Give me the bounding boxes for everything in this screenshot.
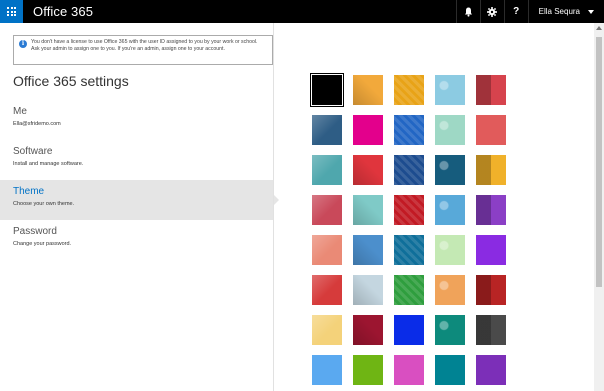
theme-swatch-light-green[interactable] [435,235,465,265]
info-icon: i [19,40,27,48]
theme-swatch-violet[interactable] [476,355,506,385]
theme-swatch-blue-triangles[interactable] [353,235,383,265]
chevron-down-icon [588,9,594,14]
theme-swatch-dark-teal[interactable] [435,355,465,385]
menu-item-sub: Choose your own theme. [13,201,75,207]
scrollbar[interactable] [594,23,604,391]
theme-swatch-blue-lines[interactable] [394,155,424,185]
theme-swatch-teal[interactable] [394,235,424,265]
theme-swatch-royal-blue[interactable] [394,315,424,345]
menu-item-label: Me [13,106,27,117]
user-menu[interactable]: Ella Sequra [527,0,604,23]
theme-swatch-stars[interactable] [353,75,383,105]
menu-item-sub: Install and manage software. [13,161,84,167]
menu-item-sub: Change your password. [13,241,72,247]
theme-swatch-sky-blue[interactable] [312,355,342,385]
menu-item-label: Software [13,146,53,157]
theme-swatch-pink-bokeh[interactable] [312,195,342,225]
settings-button[interactable] [479,0,504,23]
scroll-up-arrow-icon[interactable] [596,26,602,30]
notice-text: You don't have a license to use Office 3… [31,39,258,52]
waffle-icon [7,7,16,16]
theme-swatch-purple[interactable] [476,235,506,265]
theme-swatch-red-texture[interactable] [312,275,342,305]
panel-divider [273,23,274,391]
theme-swatch-crimson[interactable] [353,315,383,345]
theme-swatch-salmon[interactable] [312,235,342,265]
user-name: Ella Sequra [538,7,580,16]
theme-swatch-gray-black[interactable] [476,315,506,345]
top-bar: Office 365 ? Ella Sequra [0,0,604,23]
theme-swatch-cat[interactable] [312,315,342,345]
brand-title[interactable]: Office 365 [33,4,93,19]
app-launcher-button[interactable] [0,0,23,23]
menu-item-me[interactable]: Me Ella@sfridemo.com [0,100,273,140]
menu-item-label: Theme [13,186,45,197]
theme-swatch-magenta[interactable] [353,115,383,145]
theme-swatch-purple-green[interactable] [476,195,506,225]
theme-swatch-red-green[interactable] [476,275,506,305]
gear-icon [487,6,498,17]
theme-swatch-palms[interactable] [476,75,506,105]
theme-swatch-black[interactable] [310,73,344,107]
theme-swatch-landscape[interactable] [312,115,342,145]
page-title: Office 365 settings [13,73,129,89]
theme-swatch-stripes[interactable] [435,275,465,305]
theme-swatch-sea[interactable] [435,75,465,105]
notifications-button[interactable] [455,0,480,23]
scroll-thumb[interactable] [596,37,602,287]
theme-grid [310,73,506,385]
menu-item-theme[interactable]: Theme Choose your own theme. [0,180,279,220]
theme-swatch-rainbow[interactable] [435,195,465,225]
help-icon: ? [513,6,520,17]
theme-swatch-blue-waves[interactable] [394,115,424,145]
theme-swatch-teal-black[interactable] [435,315,465,345]
license-notice: i You don't have a license to use Office… [13,35,273,65]
settings-menu: Me Ella@sfridemo.com Software Install an… [0,100,279,260]
help-button[interactable]: ? [503,0,528,23]
theme-swatch-green-lines[interactable] [394,275,424,305]
theme-swatch-robot[interactable] [312,155,342,185]
theme-swatch-blocks[interactable] [394,75,424,105]
theme-swatch-yellow-zigzag[interactable] [476,155,506,185]
theme-swatch-mint-pattern[interactable] [435,115,465,145]
menu-item-software[interactable]: Software Install and manage software. [0,140,273,180]
bell-icon [464,7,472,17]
menu-item-sub: Ella@sfridemo.com [13,121,61,127]
theme-swatch-ice[interactable] [353,275,383,305]
menu-item-label: Password [13,226,57,237]
theme-swatch-teal-origami[interactable] [353,195,383,225]
theme-swatch-pink[interactable] [394,355,424,385]
theme-swatch-checker-red[interactable] [394,195,424,225]
theme-swatch-lime[interactable] [353,355,383,385]
menu-item-password[interactable]: Password Change your password. [0,220,273,260]
theme-swatch-red[interactable] [476,115,506,145]
theme-swatch-circuit[interactable] [435,155,465,185]
theme-swatch-red-geometric[interactable] [353,155,383,185]
